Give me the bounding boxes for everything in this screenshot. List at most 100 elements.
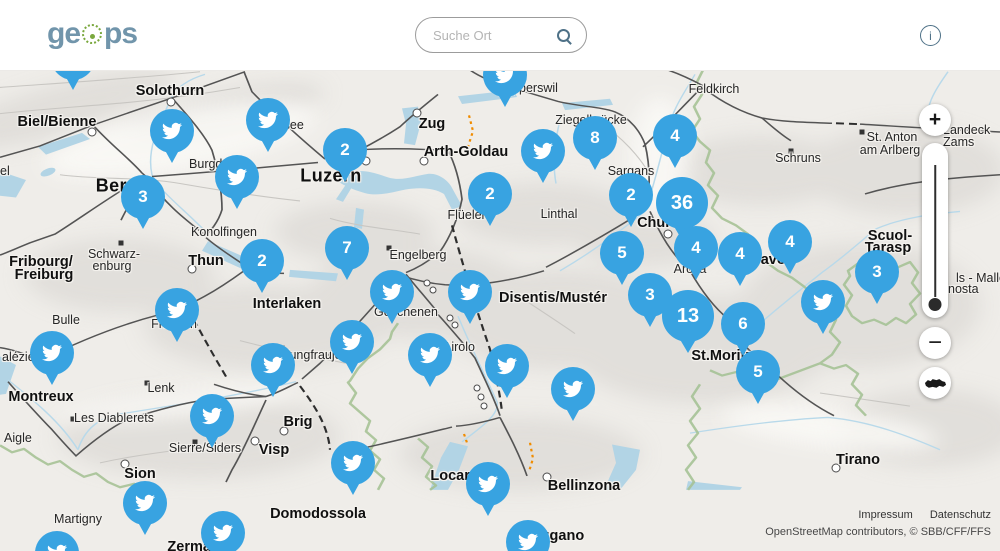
- cluster-marker[interactable]: 2: [468, 172, 512, 216]
- marker-bubble: [190, 394, 234, 438]
- cluster-count: 7: [325, 226, 369, 270]
- twitter-marker[interactable]: [485, 344, 529, 388]
- twitter-marker[interactable]: [201, 511, 245, 551]
- cluster-marker[interactable]: 36: [656, 177, 708, 229]
- marker-bubble: [331, 441, 375, 485]
- cluster-marker[interactable]: 4: [674, 226, 718, 270]
- marker-bubble: [521, 129, 565, 173]
- cluster-marker[interactable]: 2: [323, 128, 367, 172]
- place-search-box[interactable]: [415, 17, 587, 53]
- map-label: Bellinzona: [548, 478, 621, 494]
- cluster-marker[interactable]: 2: [609, 173, 653, 217]
- cluster-marker[interactable]: 13: [662, 290, 714, 342]
- map-label: Linthal: [541, 207, 578, 221]
- search-input[interactable]: [431, 27, 553, 44]
- logo-text-ps: ps: [104, 17, 137, 50]
- marker-bubble: [801, 280, 845, 324]
- twitter-bird-icon: [418, 345, 442, 365]
- twitter-bird-icon: [340, 332, 364, 352]
- cluster-marker[interactable]: 4: [768, 220, 812, 264]
- marker-bubble: [485, 344, 529, 388]
- map-label: Freiburg: [15, 267, 74, 283]
- map-label: Thun: [188, 253, 223, 269]
- twitter-marker[interactable]: [35, 531, 79, 551]
- twitter-marker[interactable]: [246, 98, 290, 142]
- map-label: Schruns: [775, 151, 821, 165]
- datenschutz-link[interactable]: Datenschutz: [930, 509, 991, 521]
- zoom-slider-knob[interactable]: [929, 298, 942, 311]
- twitter-bird-icon: [211, 523, 235, 543]
- twitter-bird-icon: [561, 379, 585, 399]
- cluster-marker[interactable]: 5: [600, 231, 644, 275]
- twitter-marker[interactable]: [251, 343, 295, 387]
- twitter-bird-icon: [40, 343, 64, 363]
- twitter-marker[interactable]: [215, 155, 259, 199]
- marker-bubble: [251, 343, 295, 387]
- twitter-marker[interactable]: [150, 109, 194, 153]
- info-button[interactable]: i: [920, 25, 941, 46]
- marker-bubble: [201, 511, 245, 551]
- map-label: Visp: [259, 442, 289, 458]
- cluster-count: 6: [721, 302, 765, 346]
- twitter-marker[interactable]: [483, 70, 527, 97]
- twitter-marker[interactable]: [408, 333, 452, 377]
- geops-map-app: SolothurnBiel/BienneBernLuzernZugArth-Go…: [0, 0, 1000, 551]
- cluster-marker[interactable]: 6: [721, 302, 765, 346]
- cluster-marker[interactable]: 2: [240, 239, 284, 283]
- cluster-count: 2: [240, 239, 284, 283]
- cluster-marker[interactable]: 4: [653, 114, 697, 158]
- cluster-marker[interactable]: 7: [325, 226, 369, 270]
- cluster-count: 4: [653, 114, 697, 158]
- cluster-count: 2: [323, 128, 367, 172]
- map-label: Les Diablerets: [74, 411, 154, 425]
- search-icon[interactable]: [557, 29, 570, 42]
- marker-bubble: [506, 520, 550, 551]
- twitter-marker[interactable]: [51, 70, 95, 80]
- zoom-slider[interactable]: [922, 143, 948, 318]
- twitter-marker[interactable]: [551, 367, 595, 411]
- twitter-marker[interactable]: [190, 394, 234, 438]
- map-label: Tirano: [836, 452, 880, 468]
- twitter-marker[interactable]: [448, 270, 492, 314]
- twitter-marker[interactable]: [330, 320, 374, 364]
- marker-bubble: [35, 531, 79, 551]
- twitter-bird-icon: [495, 356, 519, 376]
- zoom-in-button[interactable]: +: [919, 104, 951, 136]
- twitter-marker[interactable]: [466, 462, 510, 506]
- cluster-marker[interactable]: 3: [121, 175, 165, 219]
- station-dot: [430, 287, 437, 294]
- impressum-link[interactable]: Impressum: [858, 509, 912, 521]
- map-label: el: [0, 164, 10, 178]
- geops-logo[interactable]: geps: [47, 17, 137, 51]
- twitter-bird-icon: [341, 453, 365, 473]
- cluster-marker[interactable]: 3: [855, 250, 899, 294]
- twitter-marker[interactable]: [331, 441, 375, 485]
- map-label: Domodossola: [270, 506, 366, 522]
- marker-bubble: [30, 331, 74, 375]
- twitter-marker[interactable]: [155, 288, 199, 332]
- twitter-marker[interactable]: [801, 280, 845, 324]
- switzerland-extent-button[interactable]: [919, 367, 951, 399]
- cluster-count: 4: [768, 220, 812, 264]
- twitter-bird-icon: [45, 543, 69, 551]
- zoom-slider-track: [934, 165, 936, 297]
- cluster-marker[interactable]: 8: [573, 116, 617, 160]
- map-label: Zug: [419, 116, 446, 132]
- twitter-marker[interactable]: [506, 520, 550, 551]
- twitter-bird-icon: [458, 282, 482, 302]
- map-canvas[interactable]: SolothurnBiel/BienneBernLuzernZugArth-Go…: [0, 70, 1000, 551]
- cluster-marker[interactable]: 4: [718, 232, 762, 276]
- cluster-marker[interactable]: 5: [736, 350, 780, 394]
- marker-bubble: [150, 109, 194, 153]
- attribution: Impressum Datenschutz OpenStreetMap cont…: [765, 507, 991, 541]
- zoom-out-button[interactable]: −: [919, 327, 951, 359]
- twitter-marker[interactable]: [370, 270, 414, 314]
- twitter-marker[interactable]: [123, 481, 167, 525]
- marker-bubble: [370, 270, 414, 314]
- logo-o-dot: [90, 34, 95, 39]
- twitter-marker[interactable]: [30, 331, 74, 375]
- twitter-bird-icon: [516, 532, 540, 551]
- station-dot: [481, 403, 488, 410]
- twitter-marker[interactable]: [521, 129, 565, 173]
- twitter-bird-icon: [160, 121, 184, 141]
